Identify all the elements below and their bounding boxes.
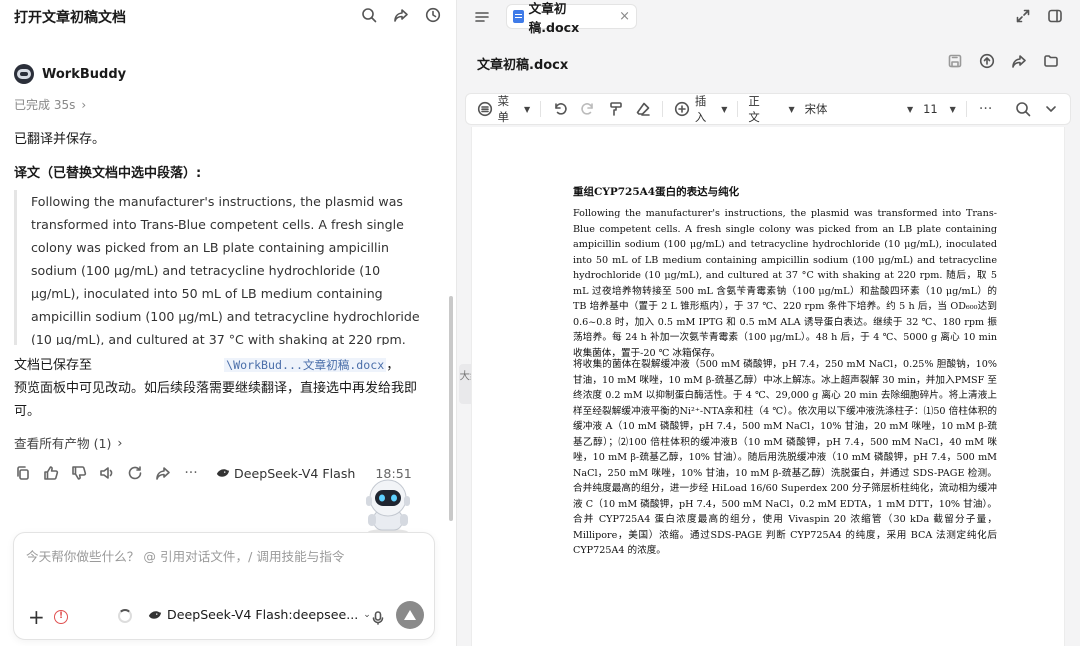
tabbar-actions	[1014, 7, 1064, 25]
thumbs-down-icon[interactable]	[70, 464, 88, 482]
insert-dropdown[interactable]: 插入 ▼	[673, 93, 727, 125]
document-page[interactable]: 重组CYP725A4蛋白的表达与纯化 Following the manufac…	[471, 127, 1065, 646]
send-button[interactable]	[396, 601, 424, 629]
insert-label: 插入	[694, 94, 707, 124]
tab-document[interactable]: 文章初稿.docx ×	[506, 1, 637, 35]
eraser-icon[interactable]	[634, 100, 652, 118]
share-icon[interactable]	[392, 6, 410, 24]
document-tabbar: 文章初稿.docx ×	[457, 0, 1080, 35]
font-size-dropdown[interactable]: 11 ▼	[923, 102, 956, 116]
expand-icon[interactable]	[1014, 7, 1032, 25]
chat-composer[interactable]: 今天帮你做些什么？ @ 引用对话文件，/ 调用技能与指令 + ! DeepSee…	[13, 532, 435, 640]
upload-icon[interactable]	[978, 52, 996, 70]
chevron-right-icon: ›	[81, 97, 87, 112]
saved-suffix: ，	[386, 358, 400, 373]
agent-header: WorkBuddy	[14, 64, 126, 84]
toolbar-separator	[540, 101, 542, 117]
folder-icon[interactable]	[1042, 52, 1060, 70]
forward-icon[interactable]	[154, 464, 172, 482]
add-attachment-button[interactable]: +	[28, 607, 45, 627]
task-status[interactable]: 已完成 35s ›	[14, 96, 86, 113]
more-icon[interactable]: ···	[977, 100, 995, 118]
thumbs-up-icon[interactable]	[42, 464, 60, 482]
caret-down-icon: ▼	[906, 104, 914, 114]
task-status-text: 已完成 35s	[14, 98, 76, 112]
agent-avatar	[14, 64, 34, 84]
share-icon[interactable]	[1010, 52, 1028, 70]
caret-down-icon: ▼	[788, 104, 795, 114]
saved-note: 预览面板中可见改动。如后续段落需要继续翻译，直接选中再发给我即可。	[14, 381, 418, 419]
reply-summary: 已翻译并保存。	[14, 132, 106, 147]
copy-icon[interactable]	[14, 464, 32, 482]
document-panel: 文章初稿.docx × 文章初稿.docx 菜单 ▼ 插入 ▼ 正文 ▼ 宋体 …	[457, 0, 1080, 646]
chat-scrollbar[interactable]	[449, 296, 453, 521]
chat-header-actions	[360, 6, 442, 24]
chevron-right-icon: ›	[117, 435, 123, 450]
tab-label: 文章初稿.docx	[528, 0, 580, 35]
mic-icon[interactable]	[369, 609, 387, 627]
menu-icon[interactable]	[473, 8, 491, 26]
chat-panel: 打开文章初稿文档 WorkBuddy 已完成 35s › 已翻译并保存。 译文（…	[0, 0, 456, 646]
robot-mascot-icon	[366, 479, 410, 535]
more-icon[interactable]: ···	[182, 464, 200, 482]
document-title: 文章初稿.docx	[477, 58, 569, 73]
view-products-label: 查看所有产物 (1)	[14, 436, 112, 451]
docx-file-icon	[513, 10, 524, 23]
toolbar-separator	[662, 101, 664, 117]
toolbar-separator	[965, 101, 967, 117]
chat-title: 打开文章初稿文档	[14, 10, 126, 26]
saved-message: 文档已保存至 \WorkBud...文章初稿.docx， 预览面板中可见改动。如…	[14, 354, 424, 423]
document-actions	[946, 52, 1060, 70]
close-icon[interactable]: ×	[619, 9, 630, 24]
agent-name: WorkBuddy	[42, 66, 127, 82]
alert-icon[interactable]: !	[54, 610, 68, 624]
editor-toolbar: 菜单 ▼ 插入 ▼ 正文 ▼ 宋体 ▼ 11 ▼ ···	[465, 93, 1071, 125]
save-icon[interactable]	[946, 52, 964, 70]
deepseek-logo-icon	[216, 469, 230, 477]
caret-down-icon: ▼	[524, 104, 531, 114]
plus-circle-icon	[673, 100, 691, 118]
translation-heading: 译文（已替换文档中选中段落）:	[14, 166, 202, 181]
composer-input[interactable]: 今天帮你做些什么？ @ 引用对话文件，/ 调用技能与指令	[26, 546, 424, 565]
message-actions: ··· DeepSeek-V4 Flash 18:51	[14, 464, 412, 482]
font-dropdown[interactable]: 宋体 ▼	[805, 101, 913, 117]
saved-file-link[interactable]: \WorkBud...文章初稿.docx	[224, 358, 387, 372]
chevron-down-icon[interactable]	[1042, 100, 1060, 118]
speaker-icon[interactable]	[98, 464, 116, 482]
menu-dropdown-label: 菜单	[497, 94, 510, 124]
menu-dropdown[interactable]: 菜单 ▼	[476, 93, 530, 125]
saved-prefix: 文档已保存至	[14, 358, 93, 373]
style-dropdown[interactable]: 正文 ▼	[748, 93, 794, 125]
menu-circle-icon	[476, 100, 494, 118]
search-icon[interactable]	[360, 6, 378, 24]
font-size-label: 11	[923, 102, 938, 116]
model-selector[interactable]: DeepSeek-V4 Flash:deepsee... ⌄	[148, 607, 371, 622]
loading-spinner-icon	[118, 609, 132, 623]
document-paragraph-2[interactable]: 将收集的菌体在裂解缓冲液（500 mM 磷酸钾，pH 7.4，250 mM Na…	[573, 357, 997, 559]
translation-quote: Following the manufacturer's instruction…	[14, 190, 434, 345]
refresh-icon[interactable]	[126, 464, 144, 482]
caret-down-icon: ▼	[949, 104, 956, 114]
view-products-link[interactable]: 查看所有产物 (1) ›	[14, 433, 122, 452]
history-icon[interactable]	[424, 6, 442, 24]
search-icon[interactable]	[1014, 100, 1032, 118]
model-tag: DeepSeek-V4 Flash	[216, 466, 355, 481]
deepseek-logo-icon	[148, 610, 162, 619]
model-selector-label: DeepSeek-V4 Flash:deepsee...	[167, 607, 359, 622]
undo-icon[interactable]	[551, 100, 569, 118]
format-painter-icon[interactable]	[607, 100, 625, 118]
window-icon[interactable]	[1046, 7, 1064, 25]
redo-icon[interactable]	[579, 100, 597, 118]
translation-text: Following the manufacturer's instruction…	[31, 194, 420, 345]
model-name: DeepSeek-V4 Flash	[234, 465, 356, 481]
document-paragraph-1[interactable]: Following the manufacturer's instruction…	[573, 206, 997, 361]
style-label: 正文	[748, 94, 760, 124]
document-heading: 重组CYP725A4蛋白的表达与纯化	[573, 186, 740, 198]
caret-down-icon: ▼	[721, 104, 728, 114]
toolbar-separator	[737, 101, 739, 117]
font-label: 宋体	[804, 102, 828, 116]
